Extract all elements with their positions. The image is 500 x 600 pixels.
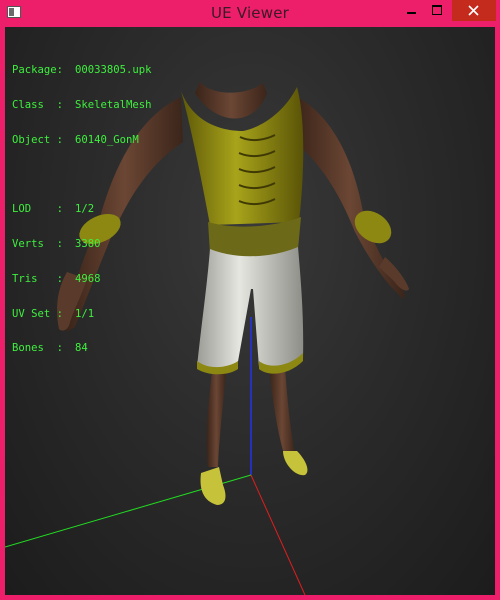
info-value-package: 00033805.upk [75, 64, 152, 77]
app-window: UE Viewer Package: 00033805.upk Class: … [0, 0, 500, 600]
info-value-tris: 4968 [75, 272, 101, 285]
info-label-bones: Bones : [12, 342, 64, 355]
3d-viewport[interactable]: Package: 00033805.upk Class : SkeletalMesh… [5, 27, 495, 595]
minimize-button[interactable] [398, 0, 424, 21]
info-label-lod: LOD : [12, 203, 64, 216]
info-row-tris: Tris : 4968 [12, 272, 152, 286]
close-icon [468, 5, 479, 16]
info-value-bones: 84 [75, 342, 88, 355]
info-label-package: Package: [12, 64, 64, 77]
info-value-object: 60140_GonM [75, 133, 139, 146]
info-label-uvset: UV Set : [12, 307, 64, 320]
info-value-lod: 1/2 [75, 203, 95, 216]
info-row-object: Object : 60140_GonM [12, 133, 152, 147]
info-label-object: Object : [12, 133, 64, 146]
info-row-class: Class : SkeletalMesh [12, 98, 152, 112]
info-row-uvset: UV Set : 1/1 [12, 307, 152, 321]
info-label-tris: Tris : [12, 272, 64, 285]
info-row-lod: LOD : 1/2 [12, 204, 152, 216]
info-value-class: SkeletalMesh [75, 98, 152, 111]
info-row-bones: Bones : 84 [12, 343, 152, 355]
close-button[interactable] [452, 0, 496, 21]
info-label-verts: Verts : [12, 238, 64, 251]
info-row-package: Package: 00033805.upk [12, 65, 152, 77]
info-row-verts: Verts : 3380 [12, 238, 152, 251]
maximize-button[interactable] [424, 0, 450, 21]
axis-x-line [250, 474, 306, 595]
mesh-info-panel: Package: 00033805.upk Class : SkeletalMesh… [12, 42, 152, 378]
info-value-verts: 3380 [75, 238, 101, 251]
info-value-uvset: 1/1 [75, 307, 95, 320]
title-bar[interactable]: UE Viewer [0, 0, 500, 27]
info-label-class: Class : [12, 98, 64, 111]
